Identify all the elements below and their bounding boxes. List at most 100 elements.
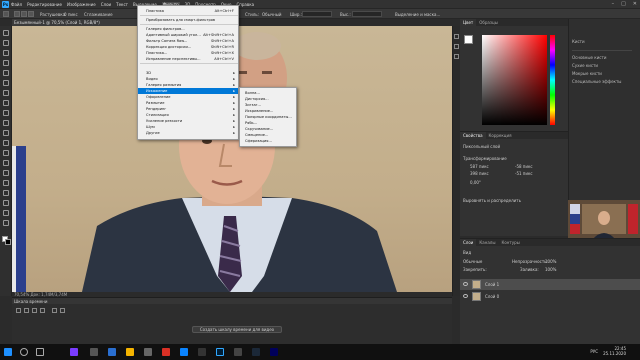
brush-tool-icon[interactable]: [3, 100, 9, 106]
eraser-tool-icon[interactable]: [3, 130, 9, 136]
maximize-icon[interactable]: □: [621, 1, 626, 7]
history-brush-tool-icon[interactable]: [3, 120, 9, 126]
app-icon[interactable]: [234, 348, 242, 356]
tab-paths[interactable]: Контуры: [498, 239, 522, 246]
task-view-icon[interactable]: [36, 348, 44, 356]
create-video-timeline-button[interactable]: Создать шкалу времени для видео: [192, 326, 282, 333]
hand-tool-icon[interactable]: [3, 210, 9, 216]
tab-color[interactable]: Цвет: [460, 19, 477, 26]
quick-select-tool-icon[interactable]: [3, 60, 9, 66]
tab-layers[interactable]: Слои: [460, 239, 477, 246]
settings-icon[interactable]: [60, 308, 65, 313]
lasso-tool-icon[interactable]: [3, 50, 9, 56]
menu-item[interactable]: Преобразовать для смарт-фильтров: [138, 17, 238, 23]
submenu-item[interactable]: Сферизация...: [240, 138, 296, 144]
height-input[interactable]: [352, 11, 382, 17]
visibility-eye-icon[interactable]: [463, 294, 468, 298]
crop-tool-icon[interactable]: [3, 70, 9, 76]
brush-group-item[interactable]: Специальные эффекты: [572, 79, 621, 84]
color-foreground-swatch[interactable]: [464, 35, 473, 44]
pen-tool-icon[interactable]: [3, 170, 9, 176]
marquee-tool-icon[interactable]: [3, 11, 9, 17]
minimize-icon[interactable]: –: [612, 1, 615, 7]
feather-value[interactable]: 0 пикс: [64, 12, 78, 17]
x-value[interactable]: -58 пикс: [515, 164, 533, 169]
file-explorer-icon[interactable]: [126, 348, 134, 356]
type-tool-icon[interactable]: [3, 180, 9, 186]
style-select[interactable]: Обычный: [262, 12, 282, 17]
prev-frame-icon[interactable]: [24, 308, 29, 313]
eyedropper-tool-icon[interactable]: [3, 80, 9, 86]
menu-item[interactable]: Пластика Alt+Ctrl+F: [138, 8, 238, 14]
width-value[interactable]: 587 пикс: [470, 164, 489, 169]
photoshop-taskbar-icon[interactable]: [216, 348, 224, 356]
premiere-icon[interactable]: [270, 348, 278, 356]
gradient-tool-icon[interactable]: [3, 140, 9, 146]
tab-swatches[interactable]: Образцы: [476, 19, 501, 26]
menu-help[interactable]: Справка: [236, 2, 254, 7]
menu-item[interactable]: Другие ▸: [138, 130, 238, 136]
menu-type[interactable]: Текст: [116, 2, 128, 7]
play-icon[interactable]: [32, 308, 37, 313]
app-icon[interactable]: [90, 348, 98, 356]
anti-alias-checkbox[interactable]: Сглаживание: [84, 12, 113, 17]
visibility-eye-icon[interactable]: [463, 282, 468, 286]
hue-slider[interactable]: [550, 35, 555, 125]
tab-adjustments[interactable]: Коррекция: [486, 132, 515, 139]
brush-group-item[interactable]: Основные кисти: [572, 55, 606, 60]
rectangle-tool-icon[interactable]: [3, 200, 9, 206]
search-icon[interactable]: [20, 348, 28, 356]
system-clock[interactable]: 22:45 25.11.2020: [603, 346, 626, 356]
brush-group-item[interactable]: Мокрые кисти: [572, 71, 602, 76]
layer-row[interactable]: Слой 1: [460, 279, 640, 290]
blur-tool-icon[interactable]: [3, 150, 9, 156]
history-panel-icon[interactable]: [454, 34, 459, 39]
dodge-tool-icon[interactable]: [3, 160, 9, 166]
windows-start-icon[interactable]: [4, 348, 12, 356]
opacity-value[interactable]: 100%: [545, 259, 556, 264]
first-frame-icon[interactable]: [16, 308, 21, 313]
app-icon[interactable]: [180, 348, 188, 356]
height-value[interactable]: 398 пикс: [470, 171, 489, 176]
select-mask-button[interactable]: Выделение и маска...: [395, 12, 440, 17]
brush-group-item[interactable]: Сухие кисти: [572, 63, 598, 68]
info-panel-icon[interactable]: [454, 54, 459, 59]
next-frame-icon[interactable]: [40, 308, 45, 313]
layer-kind-filter[interactable]: Вид: [463, 250, 471, 255]
background-color-swatch[interactable]: [5, 239, 11, 245]
tab-channels[interactable]: Каналы: [476, 239, 498, 246]
color-field[interactable]: [482, 35, 547, 125]
zoom-tool-icon[interactable]: [3, 220, 9, 226]
clone-stamp-tool-icon[interactable]: [3, 110, 9, 116]
subtract-selection-icon[interactable]: [28, 11, 34, 17]
menu-file[interactable]: Файл: [11, 2, 22, 7]
actions-panel-icon[interactable]: [454, 44, 459, 49]
move-tool-icon[interactable]: [3, 30, 9, 36]
path-selection-tool-icon[interactable]: [3, 190, 9, 196]
marquee-tool-icon[interactable]: [3, 40, 9, 46]
app-icon[interactable]: [108, 348, 116, 356]
menu-layers[interactable]: Слои: [101, 2, 111, 7]
app-icon[interactable]: [162, 348, 170, 356]
blend-mode-select[interactable]: Обычные: [463, 259, 482, 264]
new-selection-icon[interactable]: [14, 11, 20, 17]
steam-icon[interactable]: [252, 348, 260, 356]
app-icon[interactable]: [144, 348, 152, 356]
width-input[interactable]: [302, 11, 332, 17]
audio-icon[interactable]: [52, 308, 57, 313]
menu-image[interactable]: Изображение: [67, 2, 96, 7]
tab-properties[interactable]: Свойства: [460, 132, 486, 139]
y-value[interactable]: -51 пикс: [515, 171, 533, 176]
fill-value[interactable]: 100%: [545, 267, 556, 272]
healing-brush-tool-icon[interactable]: [3, 90, 9, 96]
app-icon[interactable]: [198, 348, 206, 356]
add-selection-icon[interactable]: [21, 11, 27, 17]
document-tab[interactable]: Безымянный-1 @ 70,5% (Слой 1, RGB/8*): [12, 19, 137, 26]
menu-edit[interactable]: Редактирование: [27, 2, 62, 7]
menu-item[interactable]: Исправление перспективы... Alt+Ctrl+V: [138, 56, 238, 62]
angle-value[interactable]: 0,00°: [470, 180, 481, 185]
language-indicator[interactable]: РУС: [590, 349, 598, 354]
app-icon[interactable]: [70, 348, 78, 356]
close-icon[interactable]: ✕: [633, 1, 637, 7]
layer-row[interactable]: Слой 0: [460, 291, 640, 302]
